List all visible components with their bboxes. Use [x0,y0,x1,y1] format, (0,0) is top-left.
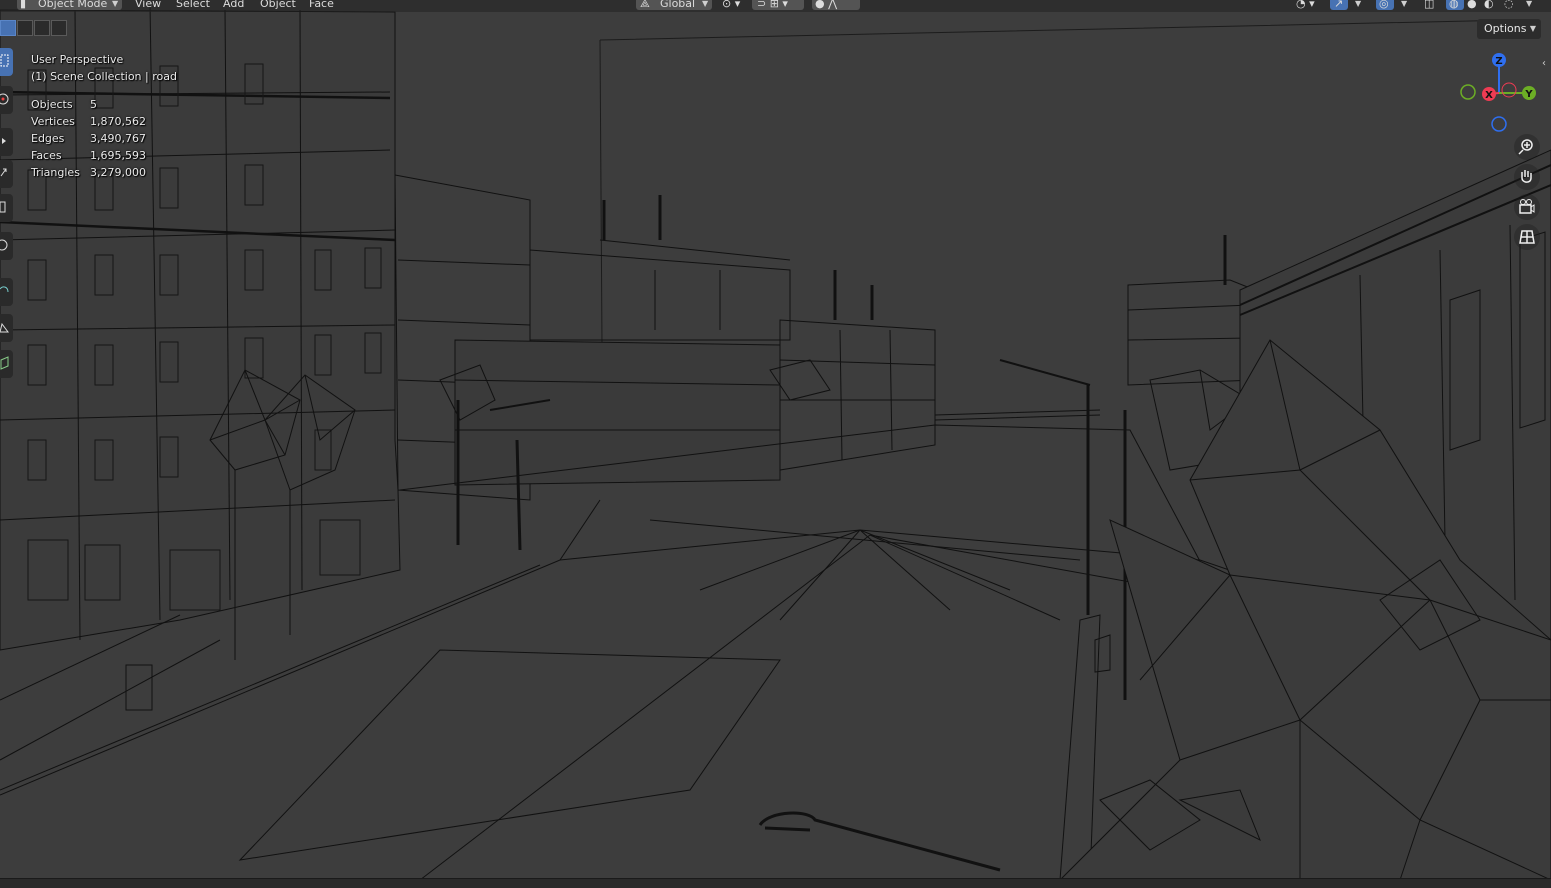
select-intersect-button[interactable] [51,20,67,36]
perspective-grid-icon [1519,230,1535,244]
menu-add[interactable]: Add [223,0,244,11]
select-box-icon [0,54,9,67]
wireframe-city-scene [0,4,1551,881]
viewport-text-overlay: User Perspective (1) Scene Collection | … [31,51,177,181]
move-icon [2,138,6,144]
stat-objects: Objects 5 [31,98,97,111]
orientation-label: Global [660,0,696,10]
scale-icon [0,201,6,213]
3d-viewport[interactable]: ▮ Object Mode ▼ View Select Add Object F… [0,0,1551,888]
select-new-button[interactable] [0,20,16,36]
neg-x-handle[interactable] [1501,82,1517,98]
camera-view-button[interactable] [1514,194,1540,220]
move-tool[interactable] [0,128,13,156]
mode-label: Object Mode [38,0,108,10]
add-cube-icon [0,356,9,370]
viewport-header: ▮ Object Mode ▼ View Select Add Object F… [0,0,1551,12]
cursor-tool[interactable] [0,86,13,114]
add-cube-tool[interactable] [0,350,13,378]
scene-statistics: Objects 5 Vertices 1,870,562 Edges 3,490,76… [31,96,177,181]
annotate-icon [0,286,9,293]
menu-face[interactable]: Face [309,0,334,11]
cursor-icon [0,93,9,105]
x-axis-label: X [1485,90,1493,101]
chevron-down-icon[interactable]: ▼ [1355,0,1361,11]
chevron-down-icon: ▼ [1529,24,1536,33]
chevron-down-icon: ▼ [112,0,119,8]
xray-icon[interactable]: ◫ [1424,0,1434,11]
chevron-down-icon[interactable]: ▼ [1526,0,1532,11]
perspective-toggle-button[interactable] [1514,224,1540,250]
options-label: Options [1484,22,1527,35]
select-extend-button[interactable] [17,20,33,36]
zoom-icon [1518,139,1533,155]
select-subtract-button[interactable] [34,20,50,36]
transform-icon [0,239,8,251]
hand-pan-icon [1521,170,1532,183]
select-box-tool[interactable] [0,48,13,76]
sidebar-toggle-icon[interactable]: ‹ [1542,58,1550,70]
chevron-down-icon: ▼ [702,0,709,8]
stat-faces: Faces 1,695,593 [31,149,146,162]
rendered-shading-icon[interactable]: ◌ [1504,0,1514,11]
tool-shelf [0,48,14,380]
options-dropdown[interactable]: Options ▼ [1477,19,1541,39]
measure-icon [0,322,9,333]
navigation-gizmo[interactable]: Z X Y [1452,48,1542,138]
menu-object[interactable]: Object [260,0,296,11]
object-mode-icon: ▮ [20,0,27,10]
solid-shading-icon[interactable]: ● [1467,0,1477,11]
collection-label: (1) Scene Collection | road [31,70,177,83]
view-name: User Perspective [31,53,124,66]
menu-select[interactable]: Select [176,0,210,11]
rotate-tool[interactable] [0,160,13,188]
camera-icon [1519,199,1535,214]
transform-tool[interactable] [0,232,13,260]
scale-tool[interactable] [0,194,13,222]
zoom-button[interactable] [1514,134,1540,160]
pivot-icon[interactable]: ⊙ ▾ [722,0,740,11]
chevron-down-icon[interactable]: ▼ [1401,0,1407,11]
annotate-tool[interactable] [0,278,13,306]
menu-view[interactable]: View [135,0,161,11]
snap-icon[interactable]: ⊃ ⊞ ▾ [757,0,788,11]
rotate-icon [0,168,7,177]
wireframe-icon[interactable]: ◍ [1449,0,1459,11]
overlay-icon[interactable]: ◎ [1379,0,1389,11]
stat-triangles: Triangles 3,279,000 [31,166,146,179]
neg-z-handle[interactable] [1491,116,1507,132]
material-shading-icon[interactable]: ◐ [1484,0,1494,11]
stat-edges: Edges 3,490,767 [31,132,146,145]
orientation-icon: ⟁ [640,0,650,10]
proportional-edit-icon[interactable]: ● ⋀ [815,0,837,11]
neg-y-handle[interactable] [1460,84,1476,100]
gizmo-icon[interactable]: ↗ [1334,0,1343,11]
measure-tool[interactable] [0,314,13,342]
visibility-icon[interactable]: ◔ ▾ [1296,0,1315,11]
stat-vertices: Vertices 1,870,562 [31,115,146,128]
z-axis-label: Z [1495,56,1502,67]
y-axis-label: Y [1524,89,1533,100]
pan-button[interactable] [1514,164,1540,190]
